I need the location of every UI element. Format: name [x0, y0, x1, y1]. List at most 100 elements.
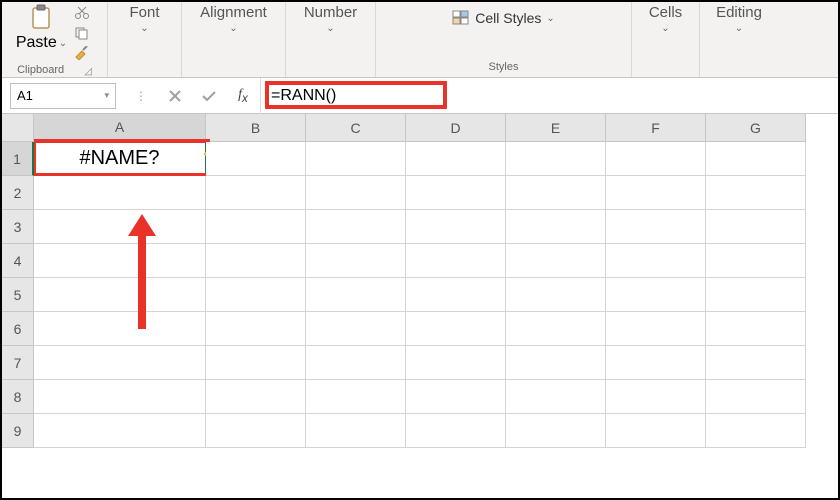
cell[interactable]: [306, 278, 406, 312]
cell[interactable]: [206, 142, 306, 176]
row-header[interactable]: 4: [2, 244, 34, 278]
cell[interactable]: [706, 414, 806, 448]
cell[interactable]: [206, 414, 306, 448]
cell-a1[interactable]: #NAME? !: [34, 142, 206, 176]
cell[interactable]: [34, 278, 206, 312]
chevron-down-icon: ⌄: [661, 23, 669, 34]
cell[interactable]: [406, 380, 506, 414]
cell[interactable]: [406, 210, 506, 244]
column-header[interactable]: F: [606, 114, 706, 142]
cell[interactable]: [34, 312, 206, 346]
cell[interactable]: [406, 278, 506, 312]
enter-button[interactable]: [192, 78, 226, 114]
row-header[interactable]: 6: [2, 312, 34, 346]
column-header[interactable]: E: [506, 114, 606, 142]
paste-button[interactable]: Paste⌄: [16, 4, 67, 52]
column-header[interactable]: C: [306, 114, 406, 142]
insert-function-button[interactable]: fx: [226, 78, 260, 114]
cell[interactable]: [606, 346, 706, 380]
cell[interactable]: [206, 244, 306, 278]
cell[interactable]: [206, 380, 306, 414]
cell[interactable]: [606, 142, 706, 176]
cell[interactable]: [306, 142, 406, 176]
cells-dropdown[interactable]: Cells⌄: [649, 4, 682, 34]
cell[interactable]: [34, 380, 206, 414]
format-painter-button[interactable]: [71, 44, 93, 62]
alignment-dropdown[interactable]: Alignment⌄: [200, 4, 267, 34]
function-wizard-button[interactable]: ⋮: [124, 78, 158, 114]
font-dropdown[interactable]: Font⌄: [129, 4, 159, 34]
cell[interactable]: [406, 346, 506, 380]
cell[interactable]: [34, 176, 206, 210]
cancel-button[interactable]: [158, 78, 192, 114]
cell[interactable]: [506, 176, 606, 210]
chevron-down-icon[interactable]: ▾: [104, 90, 109, 101]
cell[interactable]: [606, 176, 706, 210]
cell[interactable]: [306, 312, 406, 346]
cell[interactable]: [706, 312, 806, 346]
row-header[interactable]: 8: [2, 380, 34, 414]
cell[interactable]: [34, 414, 206, 448]
cell[interactable]: [306, 244, 406, 278]
cell[interactable]: [506, 210, 606, 244]
cell[interactable]: [506, 278, 606, 312]
cell[interactable]: [506, 414, 606, 448]
cell[interactable]: [206, 176, 306, 210]
cell[interactable]: [306, 346, 406, 380]
name-box-value: A1: [17, 88, 33, 103]
cell[interactable]: [406, 312, 506, 346]
cell[interactable]: [706, 210, 806, 244]
cell[interactable]: [706, 142, 806, 176]
clipboard-launcher[interactable]: ◿: [84, 66, 92, 77]
cell[interactable]: [206, 346, 306, 380]
row-header[interactable]: 2: [2, 176, 34, 210]
cell[interactable]: [206, 210, 306, 244]
column-header[interactable]: B: [206, 114, 306, 142]
cut-button[interactable]: [71, 4, 93, 22]
row-header[interactable]: 7: [2, 346, 34, 380]
cell[interactable]: [34, 244, 206, 278]
cell[interactable]: [206, 278, 306, 312]
cell[interactable]: [606, 380, 706, 414]
column-header[interactable]: G: [706, 114, 806, 142]
cell[interactable]: [606, 312, 706, 346]
number-dropdown[interactable]: Number⌄: [304, 4, 357, 34]
cell[interactable]: [606, 278, 706, 312]
cell[interactable]: [406, 176, 506, 210]
cell[interactable]: [306, 380, 406, 414]
cell[interactable]: [506, 312, 606, 346]
formula-input[interactable]: =RANN(): [260, 78, 838, 114]
cell[interactable]: [406, 244, 506, 278]
column-header[interactable]: A: [34, 114, 206, 142]
cell[interactable]: [206, 312, 306, 346]
cell[interactable]: [506, 346, 606, 380]
cell[interactable]: [306, 176, 406, 210]
copy-button[interactable]: [71, 24, 93, 42]
cell[interactable]: [306, 210, 406, 244]
cell[interactable]: [706, 278, 806, 312]
cell[interactable]: [606, 210, 706, 244]
cell-styles-button[interactable]: Cell Styles ⌄: [452, 10, 555, 26]
cell[interactable]: [506, 380, 606, 414]
cell[interactable]: [706, 244, 806, 278]
column-header[interactable]: D: [406, 114, 506, 142]
row-header[interactable]: 1: [2, 142, 34, 176]
cell[interactable]: [506, 244, 606, 278]
cell[interactable]: [706, 380, 806, 414]
cell[interactable]: [506, 142, 606, 176]
row-header[interactable]: 3: [2, 210, 34, 244]
cell[interactable]: [306, 414, 406, 448]
cell[interactable]: [34, 210, 206, 244]
editing-dropdown[interactable]: Editing⌄: [716, 4, 762, 34]
cell[interactable]: [706, 176, 806, 210]
cell[interactable]: [706, 346, 806, 380]
row-header[interactable]: 5: [2, 278, 34, 312]
cell[interactable]: [606, 414, 706, 448]
cell[interactable]: [34, 346, 206, 380]
row-header[interactable]: 9: [2, 414, 34, 448]
cell[interactable]: [606, 244, 706, 278]
select-all-corner[interactable]: [2, 114, 34, 142]
name-box[interactable]: A1 ▾: [10, 83, 116, 109]
cell[interactable]: [406, 414, 506, 448]
cell[interactable]: [406, 142, 506, 176]
